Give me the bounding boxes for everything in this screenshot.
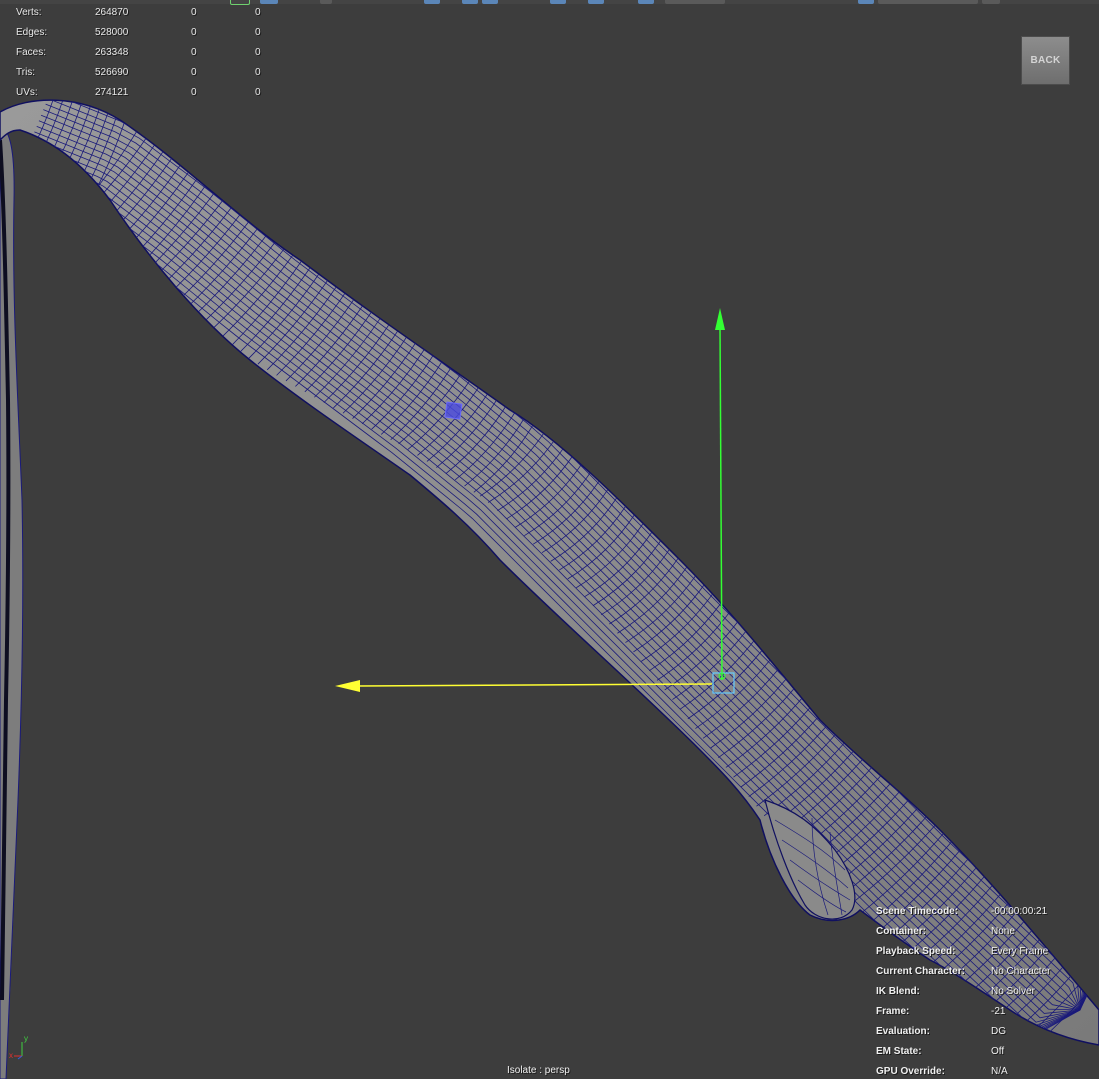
info-label: GPU Override: (876, 1066, 945, 1077)
axis-x-label: x (9, 1051, 13, 1060)
stat-value: 0 (191, 7, 197, 18)
stat-value: 0 (191, 47, 197, 58)
info-row-current-character: Current Character: No Character (876, 965, 1086, 985)
info-label: IK Blend: (876, 986, 920, 997)
info-label: Playback Speed: (876, 946, 956, 957)
info-value: None (991, 926, 1015, 937)
info-row-ik-blend: IK Blend: No Solver (876, 985, 1086, 1005)
info-value: No Solver (991, 986, 1035, 997)
info-value: -21 (991, 1006, 1006, 1017)
selected-face[interactable] (444, 401, 463, 420)
stat-value: 0 (191, 87, 197, 98)
manipulator-y-arrow-icon[interactable] (715, 308, 725, 330)
info-value: No Character (991, 966, 1051, 977)
stat-value: 264870 (95, 7, 129, 18)
stat-label: Edges: (16, 27, 48, 38)
stat-value: 0 (255, 7, 261, 18)
info-value: N/A (991, 1066, 1008, 1077)
info-label: Container: (876, 926, 926, 937)
manipulator-x-arrow-icon[interactable] (335, 680, 360, 692)
info-row-timecode: Scene Timecode: -00:00:00:21 (876, 905, 1086, 925)
info-label: Current Character: (876, 966, 965, 977)
info-row-playback-speed: Playback Speed: Every Frame (876, 945, 1086, 965)
stat-label: UVs: (16, 87, 38, 98)
stat-value: 526690 (95, 67, 129, 78)
stat-value: 0 (255, 47, 261, 58)
info-row-frame: Frame: -21 (876, 1005, 1086, 1025)
stat-value: 0 (255, 27, 261, 38)
info-label: EM State: (876, 1046, 922, 1057)
back-button[interactable]: BACK (1021, 36, 1070, 85)
stat-value: 0 (255, 87, 261, 98)
viewport-persp[interactable]: Verts: 264870 0 0 Edges: 528000 0 0 Face… (0, 0, 1099, 1079)
info-value: -00:00:00:21 (991, 906, 1048, 917)
isolate-camera-label: Isolate : persp (507, 1065, 570, 1076)
info-label: Scene Timecode: (876, 906, 959, 917)
info-row-em-state: EM State: Off (876, 1045, 1086, 1065)
info-value: DG (991, 1026, 1006, 1037)
info-row-evaluation: Evaluation: DG (876, 1025, 1086, 1045)
arm-mesh[interactable] (0, 99, 1099, 1046)
info-row-container: Container: None (876, 925, 1086, 945)
stat-value: 263348 (95, 47, 129, 58)
scene-info-hud: Scene Timecode: -00:00:00:21 Container: … (876, 905, 1086, 1079)
axis-triad-icon: y x (9, 1034, 28, 1060)
stat-label: Faces: (16, 47, 47, 58)
info-label: Frame: (876, 1006, 910, 1017)
info-row-gpu-override: GPU Override: N/A (876, 1065, 1086, 1079)
info-value: Off (991, 1046, 1005, 1057)
stat-value: 0 (191, 27, 197, 38)
stat-value: 0 (255, 67, 261, 78)
info-value: Every Frame (991, 946, 1049, 957)
stat-value: 0 (191, 67, 197, 78)
info-label: Evaluation: (876, 1026, 930, 1037)
stat-label: Verts: (16, 7, 42, 18)
stat-value: 274121 (95, 87, 129, 98)
stat-label: Tris: (16, 67, 36, 78)
axis-y-label: y (24, 1034, 28, 1043)
stat-value: 528000 (95, 27, 129, 38)
